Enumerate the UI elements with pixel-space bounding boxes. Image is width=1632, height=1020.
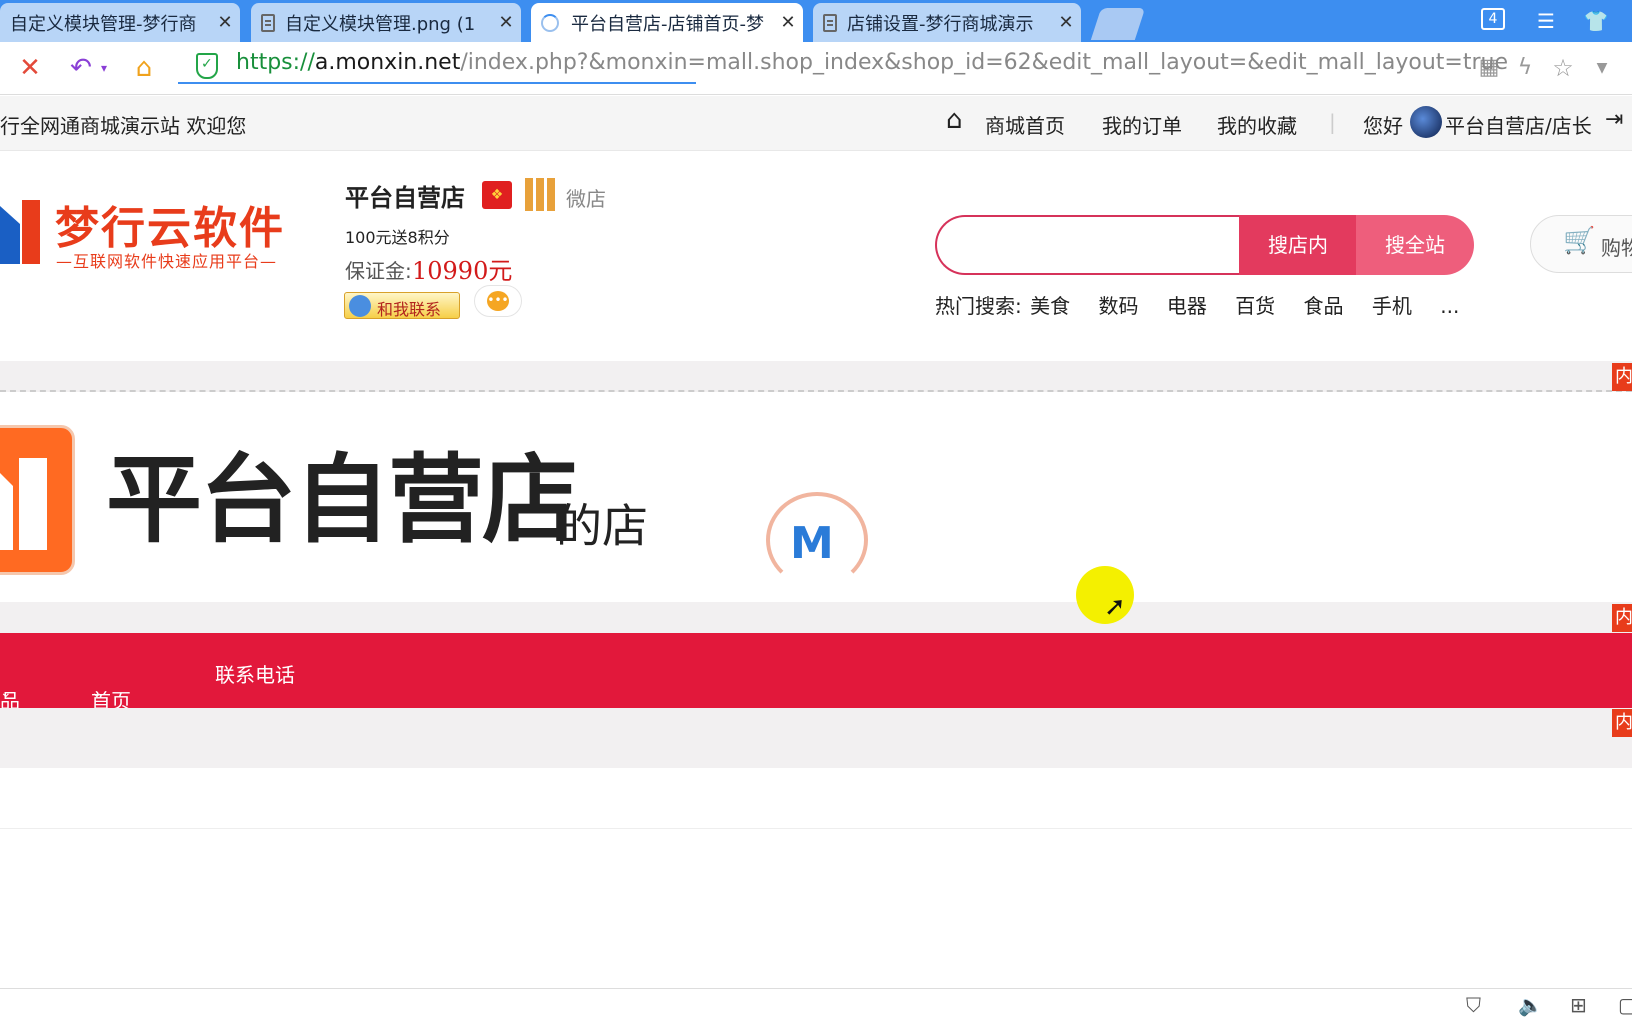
browser-tab-active[interactable]: 平台自营店-店铺首页-梦 ✕ xyxy=(531,3,803,42)
edit-tag[interactable]: 内 xyxy=(1612,363,1632,391)
promo-text: 100元送8积分 xyxy=(345,228,450,247)
search-shop-button[interactable]: 搜店内 xyxy=(1239,215,1357,275)
hot-search-label: 热门搜索: xyxy=(935,294,1022,318)
avatar[interactable] xyxy=(1410,106,1442,138)
speaker-icon[interactable]: 🔈 xyxy=(1518,993,1543,1017)
new-tab-button[interactable] xyxy=(1090,8,1146,40)
search-input[interactable] xyxy=(935,215,1240,275)
cart-icon: 🛒 xyxy=(1563,226,1596,256)
tab-close-icon[interactable]: ✕ xyxy=(773,12,803,33)
chat-bubble-icon: ••• xyxy=(487,291,509,311)
qq-icon xyxy=(349,295,371,317)
tab-title: 平台自营店-店铺首页-梦 xyxy=(571,13,764,35)
link-my-favorites[interactable]: 我的收藏 xyxy=(1217,110,1297,139)
browser-tab[interactable]: 自定义模块管理.png (1 ✕ xyxy=(251,3,521,42)
contact-label: 和我联系 xyxy=(377,300,442,319)
shop-nav-bar: 品 ⌄ 首页 ⌄ 联系电话 xyxy=(0,633,1632,713)
qr-code-icon[interactable] xyxy=(525,178,558,211)
layout-edit-band xyxy=(0,602,1632,633)
contact-button[interactable]: 和我联系 xyxy=(344,292,460,319)
chevron-down-icon[interactable]: ▾ xyxy=(96,52,112,84)
hot-term[interactable]: 百货 xyxy=(1235,294,1275,318)
cart-button[interactable]: 🛒 购物 xyxy=(1530,215,1632,273)
hot-term[interactable]: 手机 xyxy=(1372,294,1412,318)
tab-title: 自定义模块管理-梦行商 xyxy=(10,13,197,35)
deposit-label: 保证金: xyxy=(345,259,412,283)
plugin-icon[interactable]: ⊞ xyxy=(1570,993,1587,1017)
favorite-star-icon[interactable]: ☆ xyxy=(1548,52,1578,84)
url-host: a.monxin.net xyxy=(314,50,461,75)
link-mall-home[interactable]: 商城首页 xyxy=(985,110,1065,139)
greeting-text: 您好 xyxy=(1363,114,1403,138)
user-link[interactable]: 平台自营店/店长 xyxy=(1445,110,1592,139)
skin-shirt-icon[interactable]: 👕 xyxy=(1582,8,1610,34)
cart-label: 购物 xyxy=(1601,236,1632,260)
brand-name: 梦行云软件 xyxy=(55,203,285,254)
url-text[interactable]: https://a.monxin.net/index.php?&monxin=m… xyxy=(236,50,1508,75)
url-path: /index.php?&monxin=mall.shop_index&shop_… xyxy=(460,50,1508,75)
mouse-cursor-icon: ➚ xyxy=(1104,592,1126,622)
tab-close-icon[interactable]: ✕ xyxy=(491,12,521,33)
banner-logo-icon xyxy=(0,425,75,575)
nav-item-contact-phone[interactable]: 联系电话 xyxy=(215,659,295,688)
red-envelope-icon[interactable]: ❖ xyxy=(482,181,512,209)
browser-tab-strip: 自定义模块管理-梦行商 ✕ 自定义模块管理.png (1 ✕ 平台自营店-店铺首… xyxy=(0,0,1632,42)
chevron-down-icon[interactable]: ▼ xyxy=(1592,52,1612,84)
layout-edit-band xyxy=(0,361,1632,392)
undo-icon[interactable]: ↶ xyxy=(66,52,96,84)
home-outline-icon[interactable]: ⌂ xyxy=(946,105,963,135)
loading-logo-icon: M xyxy=(766,492,868,588)
banner-suffix: 的店 xyxy=(556,499,648,553)
shop-name[interactable]: 平台自营店 xyxy=(345,178,465,213)
chat-button[interactable]: ••• xyxy=(474,285,522,317)
edit-tag[interactable]: 内 xyxy=(1612,604,1632,632)
hot-term-more[interactable]: ... xyxy=(1440,294,1459,318)
layout-edit-band xyxy=(0,708,1632,768)
hot-term[interactable]: 数码 xyxy=(1098,294,1138,318)
link-my-orders[interactable]: 我的订单 xyxy=(1102,110,1182,139)
search-all-button[interactable]: 搜全站 xyxy=(1356,215,1474,275)
extension-icon[interactable]: ▢ xyxy=(1618,993,1632,1017)
hot-search: 热门搜索: 美食 数码 电器 百货 食品 手机 ... xyxy=(935,290,1481,319)
browser-tab[interactable]: 店铺设置-梦行商城演示 ✕ xyxy=(813,3,1081,42)
tab-title: 店铺设置-梦行商城演示 xyxy=(847,13,1034,35)
welcome-text: 行全网通商城演示站 欢迎您 xyxy=(0,114,247,138)
m-letter-icon: M xyxy=(790,518,834,569)
browser-tab[interactable]: 自定义模块管理-梦行商 ✕ xyxy=(0,3,240,42)
divider xyxy=(0,828,1632,829)
document-icon xyxy=(823,13,837,32)
browser-status-bar: ⛉ 🔈 ⊞ ▢ xyxy=(0,988,1632,1020)
brand-slogan: —互联网软件快速应用平台— xyxy=(56,252,278,271)
edit-tag[interactable]: 内 xyxy=(1612,709,1632,737)
lightning-icon[interactable]: ϟ xyxy=(1510,52,1540,84)
banner-title: 平台自营店 xyxy=(106,444,578,556)
chevron-down-icon: ⌄ xyxy=(0,685,12,701)
tab-title: 自定义模块管理.png (1 xyxy=(285,13,476,35)
hot-term[interactable]: 美食 xyxy=(1030,294,1070,318)
chevron-down-icon: ⌄ xyxy=(91,685,103,701)
home-icon[interactable]: ⌂ xyxy=(128,52,160,84)
divider: | xyxy=(1329,110,1336,134)
hot-term[interactable]: 电器 xyxy=(1167,294,1207,318)
logout-icon[interactable]: ⇥ xyxy=(1605,107,1623,132)
document-icon xyxy=(261,13,275,32)
shield-icon[interactable]: ⛉ xyxy=(1466,993,1481,1017)
url-protocol: https:// xyxy=(236,50,315,75)
tab-close-icon[interactable]: ✕ xyxy=(210,12,240,33)
menu-icon[interactable]: ☰ xyxy=(1532,8,1560,34)
deposit-value: 10990元 xyxy=(412,257,513,285)
brand-logo-icon xyxy=(0,200,40,264)
stop-loading-icon[interactable]: ✕ xyxy=(14,52,46,84)
hot-term[interactable]: 食品 xyxy=(1304,294,1344,318)
tab-count-badge[interactable]: 4 xyxy=(1481,8,1505,30)
site-top-bar: 行全网通商城演示站 欢迎您 ⌂ 商城首页 我的订单 我的收藏 | 您好 平台自营… xyxy=(0,96,1632,151)
loading-spinner-icon xyxy=(541,13,559,32)
tab-close-icon[interactable]: ✕ xyxy=(1051,12,1081,33)
weidian-label[interactable]: 微店 xyxy=(566,183,606,212)
